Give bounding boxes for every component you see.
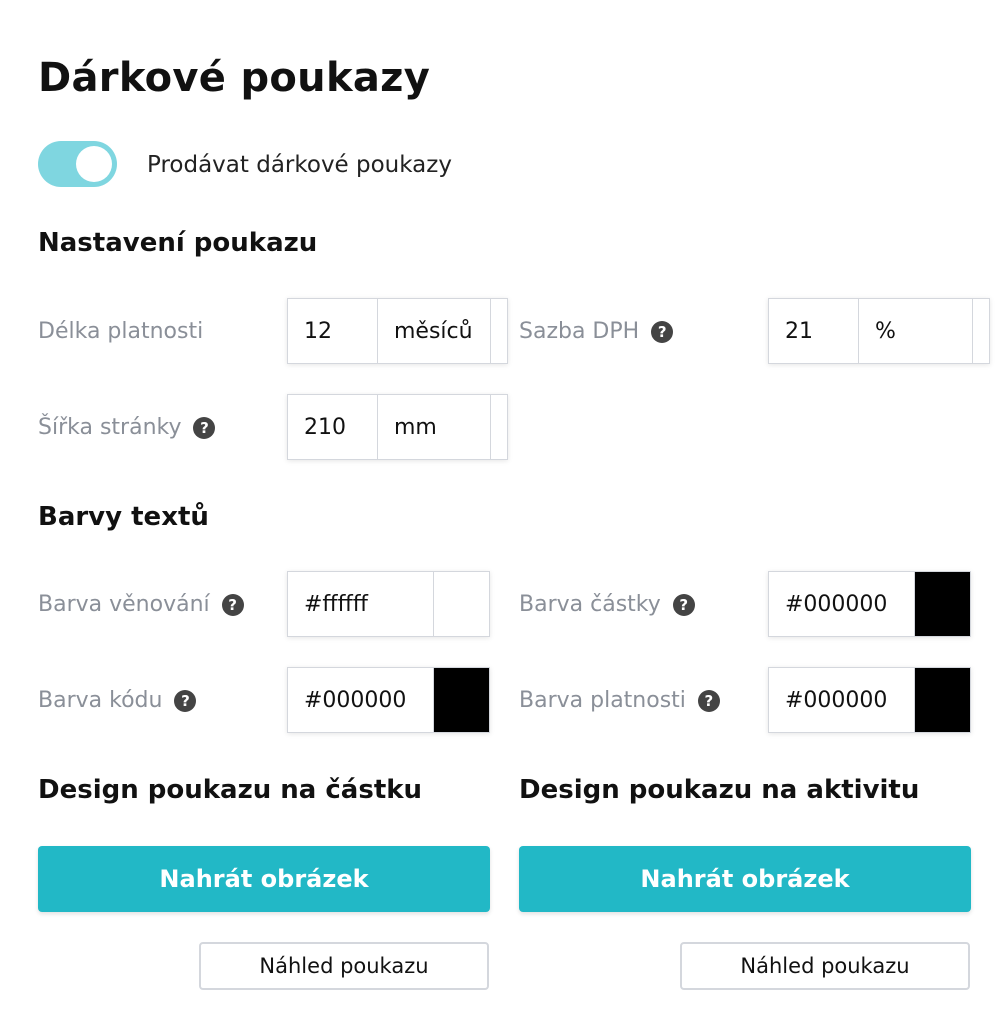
vat-unit[interactable]: % [859, 299, 973, 363]
code-color-swatch[interactable] [434, 668, 489, 732]
voucher-settings-heading: Nastavení poukazu [38, 228, 318, 258]
preview-amount-voucher-button[interactable]: Náhled poukazu [199, 942, 489, 990]
validity-color-label: Barva platnosti ? [519, 686, 720, 716]
dedication-color-swatch[interactable] [434, 572, 489, 636]
upload-image-amount-button[interactable]: Nahrát obrázek [38, 846, 490, 912]
design-activity-heading: Design poukazu na aktivitu [519, 775, 920, 805]
question-circle-icon[interactable]: ? [174, 690, 197, 712]
question-circle-icon[interactable]: ? [697, 690, 720, 712]
sell-vouchers-toggle[interactable] [38, 141, 117, 187]
vat-rate-field: 21 % [768, 298, 990, 364]
vat-rate-label-text: Sazba DPH [519, 319, 640, 344]
page-title: Dárkové poukazy [38, 55, 431, 101]
design-amount-heading: Design poukazu na částku [38, 775, 423, 805]
upload-image-activity-button[interactable]: Nahrát obrázek [519, 846, 971, 912]
vat-rate-input[interactable]: 21 [769, 299, 859, 363]
code-color-label: Barva kódu ? [38, 686, 197, 716]
validity-color-label-text: Barva platnosti [519, 688, 686, 713]
amount-color-input[interactable]: #000000 [769, 572, 915, 636]
vat-rate-label: Sazba DPH ? [519, 317, 674, 347]
amount-color-field: #000000 [768, 571, 971, 637]
validity-color-swatch[interactable] [915, 668, 970, 732]
code-color-field: #000000 [287, 667, 490, 733]
question-circle-icon[interactable]: ? [672, 594, 695, 616]
page-width-label: Šířka stránky ? [38, 413, 216, 443]
toggle-knob [76, 146, 112, 182]
amount-color-label-text: Barva částky [519, 592, 661, 617]
validity-length-input[interactable]: 12 [288, 299, 378, 363]
sell-vouchers-label: Prodávat dárkové poukazy [147, 152, 452, 178]
page-width-label-text: Šířka stránky [38, 415, 182, 440]
question-circle-icon[interactable]: ? [221, 594, 244, 616]
dedication-color-field: #ffffff [287, 571, 490, 637]
validity-color-input[interactable]: #000000 [769, 668, 915, 732]
question-circle-icon[interactable]: ? [193, 417, 216, 439]
page-width-field: 210 mm [287, 394, 508, 460]
question-circle-icon[interactable]: ? [651, 321, 674, 343]
dedication-color-input[interactable]: #ffffff [288, 572, 434, 636]
validity-length-label: Délka platnosti [38, 317, 203, 347]
preview-activity-voucher-button[interactable]: Náhled poukazu [680, 942, 970, 990]
page-width-input[interactable]: 210 [288, 395, 378, 459]
amount-color-label: Barva částky ? [519, 590, 695, 620]
validity-color-field: #000000 [768, 667, 971, 733]
validity-length-label-text: Délka platnosti [38, 319, 204, 344]
text-colors-heading: Barvy textů [38, 502, 209, 532]
dedication-color-label-text: Barva věnování [38, 592, 210, 617]
dedication-color-label: Barva věnování ? [38, 590, 244, 620]
validity-length-field: 12 měsíců [287, 298, 508, 364]
code-color-label-text: Barva kódu [38, 688, 163, 713]
amount-color-swatch[interactable] [915, 572, 970, 636]
validity-unit-select[interactable]: měsíců [378, 299, 491, 363]
code-color-input[interactable]: #000000 [288, 668, 434, 732]
page-width-unit[interactable]: mm [378, 395, 491, 459]
